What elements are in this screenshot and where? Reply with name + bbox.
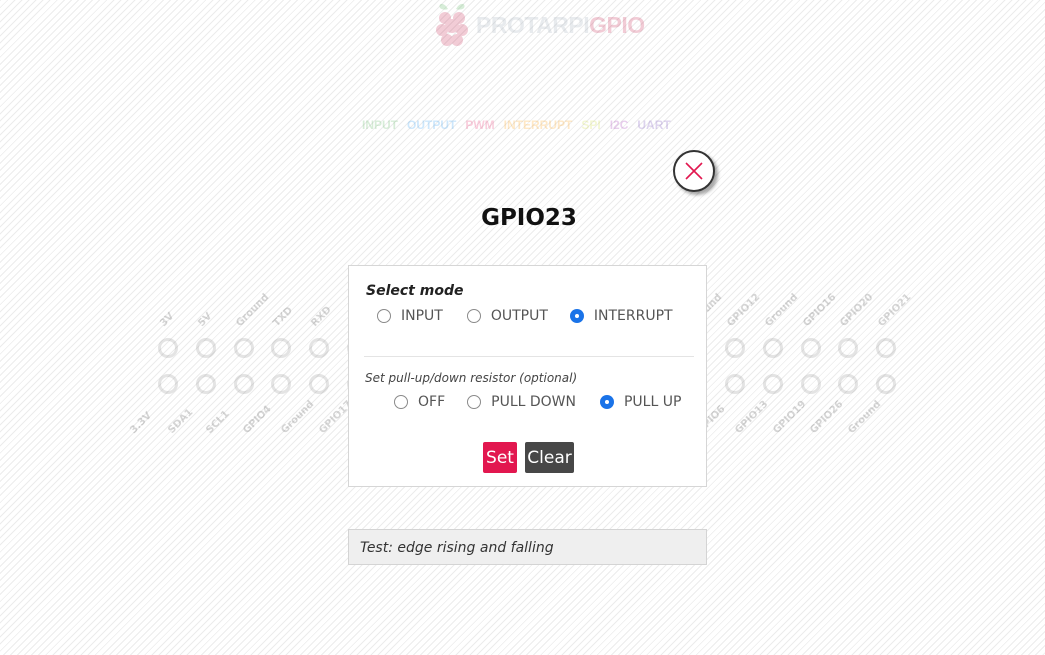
gpio-pin[interactable]	[309, 338, 330, 358]
gpio-pin-label: 3V	[158, 310, 177, 329]
gpio-pin[interactable]	[876, 338, 897, 358]
gpio-pin[interactable]	[158, 374, 178, 394]
gpio-pin[interactable]	[195, 338, 216, 358]
gpio-pin[interactable]	[838, 338, 859, 358]
mode-input-label: INPUT	[401, 308, 443, 324]
resistor-option-off[interactable]: OFF	[394, 394, 445, 410]
gpio-pin[interactable]	[762, 338, 783, 358]
gpio-pin-label: Ground	[763, 291, 801, 329]
gpio-pin-label: GPIO20	[838, 291, 876, 329]
gpio-pin[interactable]	[800, 374, 821, 394]
gpio-pin-label: SDA1	[166, 406, 196, 436]
gpio-pin[interactable]	[838, 374, 859, 394]
set-button[interactable]: Set	[483, 442, 517, 473]
raspberry-icon	[436, 3, 468, 46]
legend-item: INPUT	[362, 118, 398, 132]
gpio-pin[interactable]	[309, 374, 330, 394]
gpio-pin-label: SCL1	[203, 408, 232, 436]
section-divider	[364, 356, 694, 357]
gpio-pin[interactable]	[725, 374, 745, 394]
gpio-pin[interactable]	[762, 374, 783, 394]
gpio-pin-label: GPIO16	[800, 291, 839, 329]
pin-config-panel: Select mode INPUT OUTPUT INTERRUPT Set p…	[348, 265, 707, 487]
mode-radio-group: INPUT OUTPUT INTERRUPT	[377, 308, 673, 324]
gpio-pin-label: GPIO12	[725, 291, 763, 329]
legend-item: PWM	[465, 118, 495, 132]
gpio-pin[interactable]	[233, 338, 254, 358]
resistor-off-radio[interactable]	[394, 395, 408, 409]
close-icon	[685, 162, 703, 180]
gpio-pin-label: GPIO4	[241, 403, 274, 436]
app-logo: PROTARPIGPIO	[432, 0, 645, 50]
gpio-pin[interactable]	[725, 338, 745, 358]
mode-option-input[interactable]: INPUT	[377, 308, 443, 324]
gpio-pin[interactable]	[195, 374, 216, 394]
gpio-pin-label: 5V	[196, 310, 215, 329]
logo-text-part2: GPIO	[589, 11, 645, 38]
app-page: PROTARPIGPIO INPUT OUTPUT PWM INTERRUPT SPI I…	[0, 0, 1045, 655]
mode-output-radio[interactable]	[466, 309, 481, 323]
gpio-pin-label: GPIO13	[733, 398, 771, 436]
resistor-pull-down-radio[interactable]	[467, 395, 482, 409]
legend-item: I2C	[609, 118, 629, 132]
resistor-option-pull-up[interactable]: PULL UP	[599, 394, 682, 410]
resistor-option-pull-down[interactable]: PULL DOWN	[467, 394, 576, 410]
gpio-pin-label: Ground	[846, 398, 884, 436]
gpio-pin-label: 3.3V	[128, 410, 155, 436]
mode-option-interrupt[interactable]: INTERRUPT	[569, 308, 673, 324]
clear-button[interactable]: Clear	[525, 442, 574, 473]
gpio-pin-label: GPIO19	[770, 398, 809, 436]
gpio-pin[interactable]	[271, 374, 292, 394]
gpio-pin-label: GPIO26	[808, 398, 846, 436]
gpio-pin[interactable]	[271, 338, 292, 358]
gpio-pin[interactable]	[233, 374, 254, 394]
gpio-pin-label: Ground	[279, 398, 317, 436]
mode-input-radio[interactable]	[377, 309, 391, 323]
legend-item: SPI	[581, 118, 601, 132]
app-logo-text: PROTARPIGPIO	[476, 12, 645, 39]
resistor-off-label: OFF	[418, 394, 446, 410]
gpio-pin-label: RXD	[309, 304, 334, 329]
resistor-radio-group: OFF PULL DOWN PULL UP	[394, 394, 681, 410]
close-button[interactable]	[673, 150, 715, 192]
gpio-pin-label: TXD	[271, 305, 296, 329]
legend-item: UART	[637, 118, 671, 132]
mode-interrupt-label: INTERRUPT	[593, 308, 673, 324]
legend-item: INTERRUPT	[503, 118, 573, 132]
gpio-pin[interactable]	[158, 338, 178, 358]
gpio-pin[interactable]	[876, 374, 897, 394]
status-message: Test: edge rising and falling	[348, 529, 707, 565]
resistor-label: Set pull-up/down resistor (optional)	[365, 371, 578, 385]
gpio-pin[interactable]	[800, 338, 821, 358]
mode-output-label: OUTPUT	[490, 308, 548, 324]
mode-legend: INPUT OUTPUT PWM INTERRUPT SPI I2C UART	[362, 118, 671, 132]
resistor-pull-up-radio[interactable]	[599, 395, 614, 409]
logo-text-part1: PROTARPI	[476, 11, 590, 38]
resistor-pull-up-label: PULL UP	[623, 394, 682, 410]
select-mode-label: Select mode	[366, 283, 464, 299]
resistor-pull-down-label: PULL DOWN	[491, 394, 576, 410]
mode-option-output[interactable]: OUTPUT	[466, 308, 548, 324]
pin-title: GPIO23	[481, 205, 577, 231]
legend-item: OUTPUT	[407, 118, 457, 132]
gpio-pin-label: Ground	[233, 291, 271, 329]
mode-interrupt-radio[interactable]	[569, 309, 584, 323]
gpio-pin-label: GPIO21	[876, 291, 914, 329]
